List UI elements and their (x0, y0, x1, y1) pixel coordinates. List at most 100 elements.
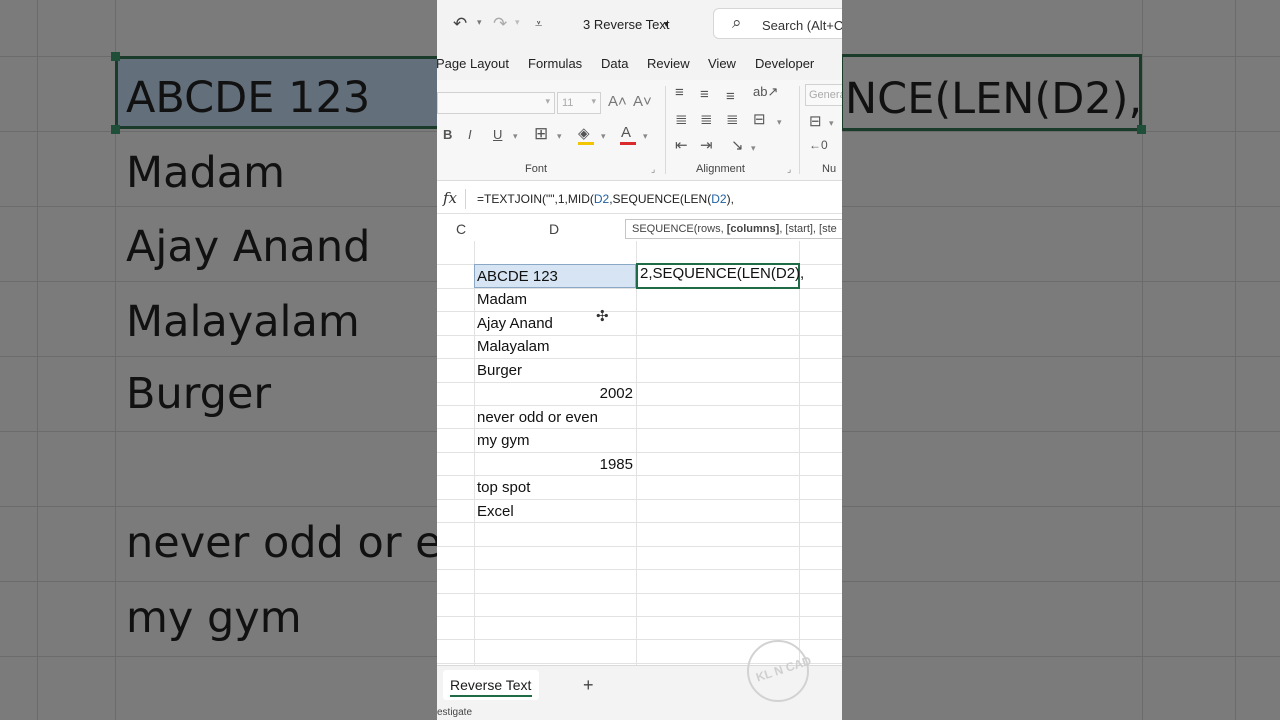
dialog-launcher-icon[interactable]: ⌟ (787, 164, 791, 175)
chevron-down-icon[interactable]: ▾ (829, 118, 834, 129)
cell-d9[interactable]: my gym (477, 429, 530, 452)
status-text[interactable]: estigate (437, 707, 472, 718)
editing-cell-text: 2,SEQUENCE(LEN(D2), (640, 265, 805, 282)
currency-format-icon[interactable]: ⊟ (809, 112, 822, 130)
cell-cursor-icon: ✣ (596, 308, 609, 325)
ribbon: ▾ 11 ▾ A˄ A˅ B I U ▾ ⊞ ▾ ◈ ▾ A ▾ Font ⌟ … (437, 80, 842, 181)
title-bar: ↶ ▾ ↷ ▾ ⩡ 3 Reverse Text ▾ ⌕ Search (Alt… (437, 0, 842, 48)
font-color-icon[interactable]: A (621, 124, 631, 141)
search-box[interactable]: ⌕ Search (Alt+C (713, 8, 842, 39)
formula-input[interactable]: =TEXTJOIN("",1,MID(D2,SEQUENCE(LEN(D2), (477, 192, 734, 206)
cell-d3[interactable]: Madam (477, 288, 527, 311)
sheet-tab-label: Reverse Text (450, 677, 532, 693)
bg-cell-text: Madam (126, 148, 285, 198)
excel-window: ↶ ▾ ↷ ▾ ⩡ 3 Reverse Text ▾ ⌕ Search (Alt… (437, 0, 842, 720)
tooltip-active-argument: [columns] (726, 223, 780, 235)
text-direction-icon[interactable]: ↘ (731, 136, 744, 154)
formula-segment: =TEXTJOIN("",1,MID( (477, 192, 594, 206)
bg-formula-fragment: NCE(LEN(D2), (845, 74, 1143, 124)
chevron-down-icon[interactable]: ▾ (664, 19, 669, 30)
cell-d4[interactable]: Ajay Anand (477, 312, 553, 335)
watermark-text: KL N CAD (754, 653, 813, 685)
bg-cell-text: never odd or e (126, 518, 442, 568)
bg-cell-text: my gym (126, 593, 302, 643)
chevron-down-icon[interactable]: ▾ (601, 131, 606, 142)
tab-view[interactable]: View (708, 56, 736, 71)
decrease-indent-icon[interactable]: ⇤ (675, 136, 688, 154)
insert-function-icon[interactable]: fx (443, 189, 457, 207)
watermark-logo: KL N CAD (747, 640, 813, 702)
top-align-icon[interactable]: ≡ (675, 84, 684, 101)
chevron-down-icon[interactable]: ▾ (515, 17, 520, 28)
undo-icon[interactable]: ↶ (453, 14, 467, 34)
decimal-icon[interactable]: ←0 (809, 138, 828, 152)
orientation-icon[interactable]: ab↗ (753, 84, 778, 100)
underline-button[interactable]: U (493, 127, 502, 142)
redo-icon[interactable]: ↷ (493, 14, 507, 34)
font-name-dropdown[interactable]: ▾ (437, 92, 555, 114)
status-bar: estigate (437, 705, 842, 720)
bold-button[interactable]: B (443, 127, 452, 142)
document-title[interactable]: 3 Reverse Text (583, 17, 669, 32)
middle-align-icon[interactable]: ≡ (700, 86, 709, 103)
italic-button[interactable]: I (468, 127, 472, 142)
tab-developer[interactable]: Developer (755, 56, 814, 71)
chevron-down-icon[interactable]: ▾ (477, 17, 482, 28)
cell-d11[interactable]: top spot (477, 476, 530, 499)
number-format-value: Genera (809, 89, 842, 101)
align-center-icon[interactable]: ≣ (700, 110, 713, 128)
active-tab-indicator (450, 695, 532, 697)
chevron-down-icon[interactable]: ▾ (557, 131, 562, 142)
customize-toolbar-icon[interactable]: ⩡ (535, 16, 542, 32)
bg-selection-handle (111, 52, 120, 61)
fill-color-icon[interactable]: ◈ (578, 124, 590, 142)
increase-font-size-icon[interactable]: A˄ (608, 93, 627, 110)
bottom-align-icon[interactable]: ≡ (726, 88, 735, 105)
alignment-group-label: Alignment (696, 163, 745, 175)
bg-selection-handle (111, 125, 120, 134)
column-header-c[interactable]: C (456, 221, 466, 237)
align-right-icon[interactable]: ≣ (726, 110, 739, 128)
chevron-down-icon[interactable]: ▾ (513, 131, 518, 142)
add-sheet-button[interactable]: + (583, 675, 594, 696)
chevron-down-icon[interactable]: ▾ (751, 143, 756, 154)
bg-cell-text: Malayalam (126, 297, 360, 347)
ribbon-tabs: Page Layout Formulas Data Review View De… (437, 48, 842, 80)
number-format-dropdown[interactable]: Genera (805, 84, 842, 106)
gridline (636, 241, 637, 665)
formula-reference: D2 (593, 192, 610, 206)
chevron-down-icon[interactable]: ▾ (777, 117, 782, 128)
cell-d7[interactable]: 2002 (477, 382, 633, 405)
cell-d10[interactable]: 1985 (477, 453, 633, 476)
formula-segment: ), (726, 192, 734, 206)
cell-d12[interactable]: Excel (477, 500, 514, 523)
gridline (437, 616, 842, 617)
dialog-launcher-icon[interactable]: ⌟ (651, 164, 655, 175)
formula-bar-separator (465, 189, 466, 209)
decrease-font-size-icon[interactable]: A˅ (633, 93, 652, 110)
increase-indent-icon[interactable]: ⇥ (700, 136, 713, 154)
gridline (437, 569, 842, 570)
cell-d8[interactable]: never odd or even (477, 406, 598, 429)
formula-segment: ,SEQUENCE(LEN( (609, 192, 712, 206)
bg-cell-text: ABCDE 123 (126, 73, 371, 123)
borders-icon[interactable]: ⊞ (534, 124, 548, 144)
tab-review[interactable]: Review (647, 56, 690, 71)
merge-center-icon[interactable]: ⊟ (753, 110, 766, 128)
sheet-tab-reverse-text[interactable]: Reverse Text (443, 670, 539, 700)
bg-selection-handle (1137, 125, 1146, 134)
tab-data[interactable]: Data (601, 56, 628, 71)
bg-cell-text: Ajay Anand (126, 222, 371, 272)
tab-formulas[interactable]: Formulas (528, 56, 582, 71)
worksheet-grid[interactable]: ABCDE 123 Madam Ajay Anand Malayalam Bur… (437, 241, 842, 665)
cell-d5[interactable]: Malayalam (477, 335, 550, 358)
font-size-dropdown[interactable]: 11 ▾ (557, 92, 601, 114)
tooltip-text: , [start], [ste (779, 223, 837, 235)
cell-d2[interactable]: ABCDE 123 (477, 265, 558, 288)
column-header-d[interactable]: D (549, 221, 559, 237)
tab-page-layout[interactable]: Page Layout (437, 56, 509, 71)
gridline (799, 241, 800, 665)
chevron-down-icon[interactable]: ▾ (643, 131, 648, 142)
cell-d6[interactable]: Burger (477, 359, 522, 382)
align-left-icon[interactable]: ≣ (675, 110, 688, 128)
